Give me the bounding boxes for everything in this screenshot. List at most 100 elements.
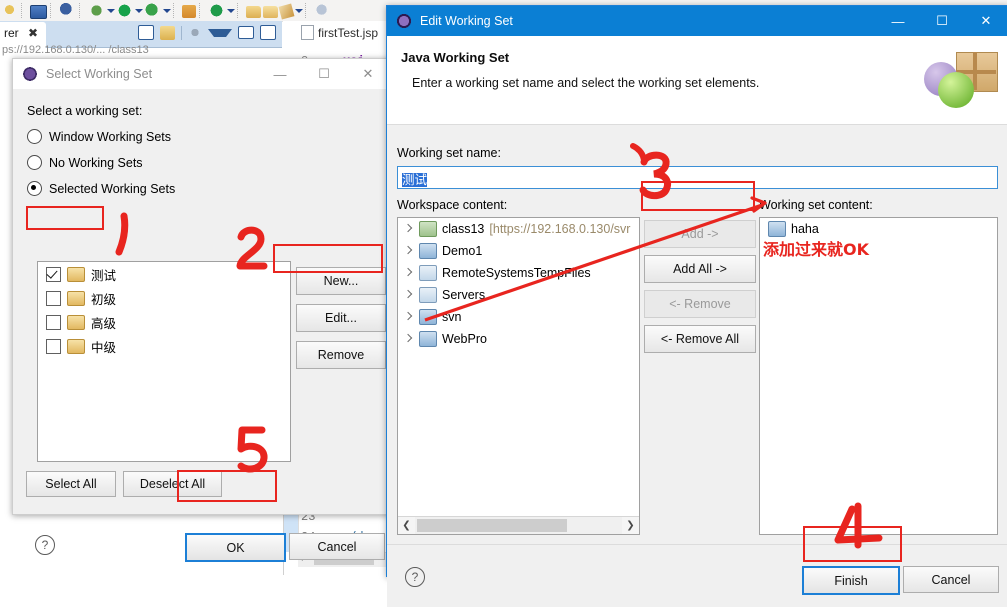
- tree-item[interactable]: WebPro: [398, 328, 639, 350]
- chevron-down-icon[interactable]: [106, 2, 115, 19]
- toolbar-separator: [50, 3, 56, 18]
- chevron-right-icon[interactable]: [403, 312, 414, 323]
- close-icon[interactable]: ✕: [346, 59, 390, 89]
- tree-item[interactable]: svn: [398, 306, 639, 328]
- cancel-button[interactable]: Cancel: [289, 533, 385, 560]
- radio-icon[interactable]: [27, 129, 42, 144]
- tree-item[interactable]: Demo1: [398, 240, 639, 262]
- select-dialog-titlebar[interactable]: Select Working Set — ☐ ✕: [13, 59, 390, 90]
- minimize-icon[interactable]: [238, 26, 254, 39]
- tree-item-label: RemoteSystemsTempFiles: [442, 266, 591, 280]
- chevron-right-icon[interactable]: ❯: [622, 517, 639, 534]
- toolbar-separator: [79, 3, 85, 18]
- list-item-working-set[interactable]: 测试: [38, 262, 290, 286]
- chevron-right-icon[interactable]: [403, 268, 414, 279]
- focus-icon[interactable]: [188, 26, 202, 39]
- working-set-folder-icon: [67, 290, 85, 306]
- new-working-set-button[interactable]: New...: [296, 267, 386, 295]
- filter-icon[interactable]: [208, 28, 232, 37]
- tree-item[interactable]: haha: [760, 218, 997, 240]
- maximize-icon[interactable]: [260, 25, 276, 40]
- chevron-right-icon[interactable]: [403, 246, 414, 257]
- tree-item[interactable]: class13 [https://192.168.0.130/svr: [398, 218, 639, 240]
- console-icon[interactable]: [30, 4, 47, 19]
- chevron-down-icon[interactable]: [134, 2, 143, 19]
- maximize-icon[interactable]: ☐: [920, 6, 964, 36]
- working-set-folder-icon: [67, 266, 85, 282]
- list-item-working-set[interactable]: 高级: [38, 310, 290, 334]
- web-project-icon: [419, 331, 437, 347]
- inspect-icon[interactable]: [59, 2, 76, 19]
- coverage-icon[interactable]: [182, 5, 196, 18]
- checkbox-icon[interactable]: [46, 314, 61, 330]
- chevron-down-icon[interactable]: [162, 2, 171, 19]
- scrollbar-thumb[interactable]: [417, 519, 567, 532]
- ok-button[interactable]: OK: [185, 533, 286, 562]
- search-icon[interactable]: [314, 2, 331, 19]
- list-item-label: 高级: [91, 316, 117, 331]
- chevron-right-icon[interactable]: [403, 290, 414, 301]
- editor-tab-firsttest[interactable]: firstTest.jsp: [301, 25, 378, 40]
- balloons-gift-icon: [922, 50, 1000, 112]
- open-resource-icon[interactable]: [263, 6, 278, 18]
- checkbox-icon[interactable]: [46, 290, 61, 306]
- minimize-icon[interactable]: —: [876, 6, 920, 36]
- run-as-icon[interactable]: [144, 2, 161, 19]
- checkbox-icon-checked[interactable]: [46, 266, 61, 282]
- chevron-right-icon[interactable]: [403, 334, 414, 345]
- radio-icon-selected[interactable]: [27, 181, 42, 196]
- working-set-folder-icon: [67, 314, 85, 330]
- chevron-left-icon[interactable]: ❮: [398, 517, 415, 534]
- radio-window-working-sets[interactable]: Window Working Sets: [27, 129, 376, 144]
- tree-item-label: haha: [791, 222, 819, 236]
- select-all-button[interactable]: Select All: [26, 471, 116, 497]
- external-tools-icon[interactable]: [208, 2, 225, 19]
- chevron-down-icon[interactable]: [294, 2, 303, 19]
- page-subtitle: Enter a working set name and select the …: [412, 76, 760, 90]
- tree-hscrollbar[interactable]: ❮ ❯: [398, 516, 639, 534]
- working-set-content-tree[interactable]: haha: [759, 217, 998, 535]
- list-item-working-set[interactable]: 中级: [38, 334, 290, 358]
- edit-dialog-titlebar[interactable]: Edit Working Set — ☐ ✕: [387, 6, 1007, 36]
- add-all-button[interactable]: Add All ->: [644, 255, 756, 283]
- scrollbar-track[interactable]: [415, 517, 622, 534]
- working-sets-list[interactable]: 测试 初级 高级 中级: [37, 261, 291, 462]
- collapse-all-icon[interactable]: [138, 25, 154, 40]
- toolbar-separator: [305, 3, 311, 18]
- chevron-down-icon[interactable]: [226, 2, 235, 19]
- deselect-all-button[interactable]: Deselect All: [123, 471, 222, 497]
- tree-item-label: WebPro: [442, 332, 487, 346]
- working-set-name-input[interactable]: 测试: [397, 166, 998, 189]
- remove-button[interactable]: <- Remove: [644, 290, 756, 318]
- debug-icon[interactable]: [1, 2, 18, 19]
- tree-item[interactable]: Servers: [398, 284, 639, 306]
- remove-all-button[interactable]: <- Remove All: [644, 325, 756, 353]
- tree-item[interactable]: RemoteSystemsTempFiles: [398, 262, 639, 284]
- edit-working-set-button[interactable]: Edit...: [296, 304, 386, 332]
- radio-icon[interactable]: [27, 155, 42, 170]
- eclipse-icon: [396, 13, 412, 29]
- checkbox-icon[interactable]: [46, 338, 61, 354]
- radio-selected-working-sets[interactable]: Selected Working Sets: [27, 181, 376, 196]
- question-mark-icon[interactable]: ?: [405, 567, 425, 587]
- chevron-right-icon[interactable]: [403, 224, 414, 235]
- workspace-content-tree[interactable]: class13 [https://192.168.0.130/svr Demo1…: [397, 217, 640, 535]
- maximize-icon[interactable]: ☐: [302, 59, 346, 89]
- run-icon[interactable]: [116, 2, 133, 19]
- question-mark-icon[interactable]: ?: [35, 535, 55, 555]
- close-icon[interactable]: ✖: [28, 26, 38, 40]
- remove-working-set-button[interactable]: Remove: [296, 341, 386, 369]
- minimize-icon[interactable]: —: [258, 59, 302, 89]
- edit-dialog-header: Java Working Set Enter a working set nam…: [387, 36, 1007, 125]
- finish-button[interactable]: Finish: [802, 566, 900, 595]
- add-button[interactable]: Add ->: [644, 220, 756, 248]
- list-item-label: 测试: [91, 268, 117, 283]
- next-annotation-icon[interactable]: [278, 3, 295, 20]
- list-item-working-set[interactable]: 初级: [38, 286, 290, 310]
- bug-icon[interactable]: [88, 2, 105, 19]
- radio-no-working-sets[interactable]: No Working Sets: [27, 155, 376, 170]
- close-icon[interactable]: ✕: [964, 6, 1007, 36]
- open-type-icon[interactable]: [246, 6, 261, 18]
- link-editor-icon[interactable]: [160, 25, 175, 40]
- cancel-button[interactable]: Cancel: [903, 566, 999, 593]
